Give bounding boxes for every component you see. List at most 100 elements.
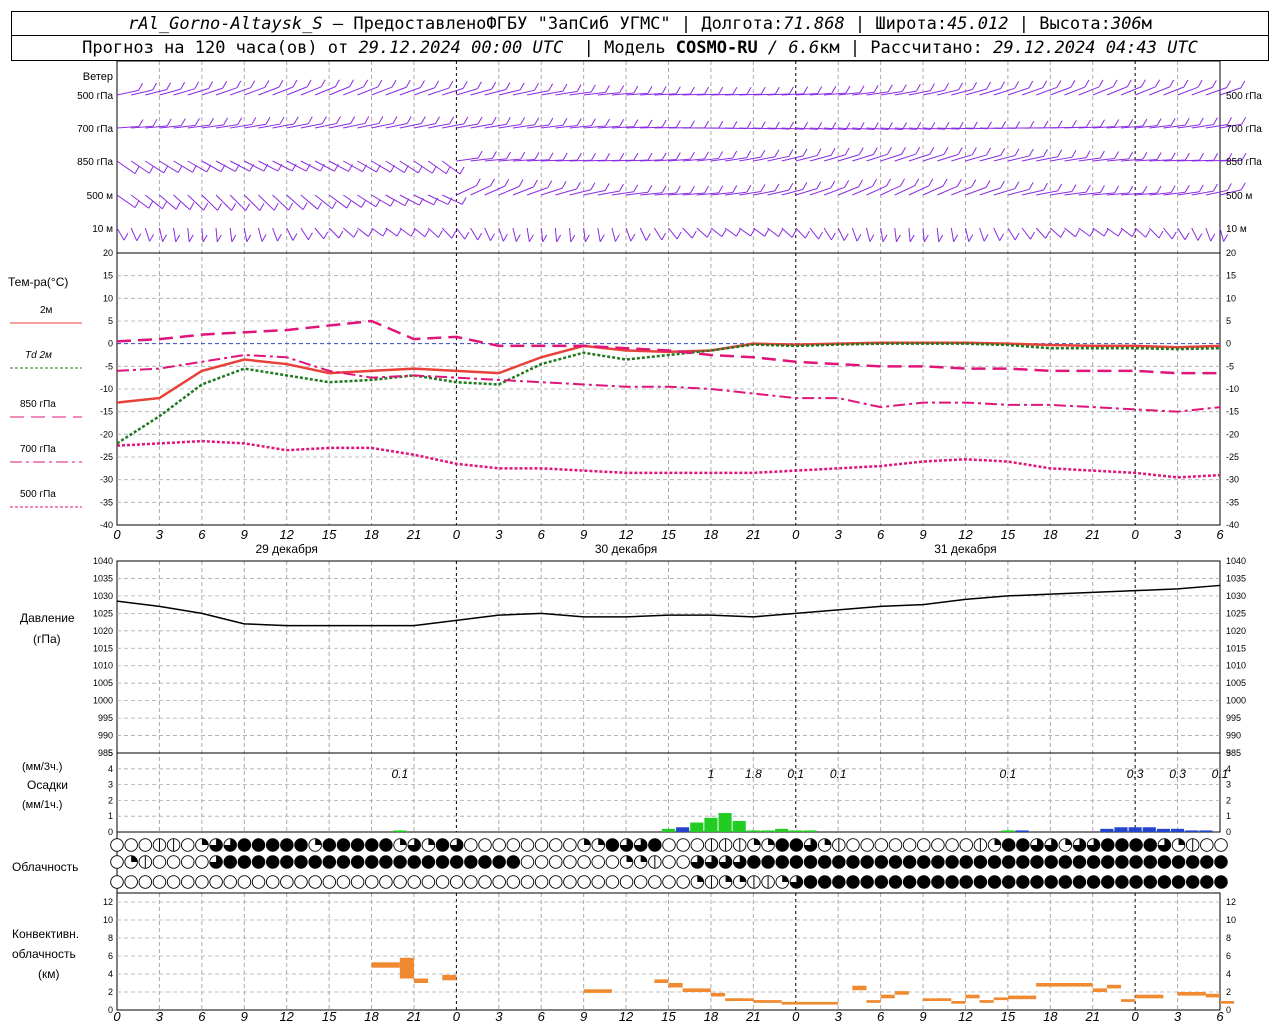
wind-barb-flag bbox=[858, 179, 864, 188]
wind-barb-flag bbox=[1240, 182, 1246, 190]
wind-barb bbox=[894, 227, 897, 242]
wind-barb-flag bbox=[957, 147, 963, 155]
wind-barb bbox=[427, 227, 439, 238]
wind-barb-flag bbox=[1199, 152, 1204, 161]
wind-barb bbox=[201, 194, 218, 211]
cloud-cover-symbol bbox=[421, 855, 436, 869]
convective-cloud-bar bbox=[399, 957, 414, 979]
wind-barb bbox=[597, 227, 601, 242]
precip-tick-right: 0 bbox=[1226, 827, 1231, 837]
wind-level-label-right: 500 м bbox=[1226, 191, 1252, 202]
wind-barb-flag bbox=[1114, 185, 1120, 194]
cloud-cover-symbol bbox=[520, 875, 535, 889]
wind-barb bbox=[159, 194, 177, 210]
wind-barb-flag bbox=[148, 200, 154, 209]
convective-cloud-bar bbox=[1205, 993, 1220, 998]
wind-barb-flag bbox=[968, 234, 974, 242]
wind-barb-flag bbox=[534, 152, 540, 160]
wind-barb-flag bbox=[605, 152, 611, 161]
wind-barb bbox=[455, 227, 466, 240]
wind-barb bbox=[130, 227, 138, 242]
hour-tick-label: 6 bbox=[877, 527, 885, 542]
hour-tick-label-bottom: 6 bbox=[877, 1009, 885, 1024]
wind-barb bbox=[512, 227, 517, 242]
hour-tick-label-bottom: 12 bbox=[279, 1009, 294, 1024]
convective-cloud-bar bbox=[413, 978, 429, 983]
cloud-cover-symbol bbox=[1072, 855, 1087, 869]
cloud-cover-symbol bbox=[1200, 875, 1214, 889]
cloud-cover-symbol bbox=[152, 875, 167, 889]
cloud-cover-symbol bbox=[421, 875, 436, 889]
wind-barb-flag bbox=[676, 231, 682, 240]
cloud-cover-symbol bbox=[563, 875, 577, 889]
wind-barb-flag bbox=[152, 82, 158, 91]
cloud-cover-symbol bbox=[1171, 875, 1186, 889]
wind-barb-flag bbox=[1156, 118, 1162, 126]
wind-barb-flag bbox=[986, 81, 992, 90]
wind-level-label-left: 500 гПа bbox=[77, 91, 113, 102]
wind-barb-flag bbox=[802, 148, 808, 157]
cloud-cover-symbol bbox=[817, 855, 832, 869]
wind-barb-flag bbox=[1112, 79, 1118, 88]
wind-barb-flag bbox=[735, 228, 741, 237]
wind-barb-flag bbox=[972, 82, 978, 90]
temp-tick-right: 20 bbox=[1226, 248, 1236, 258]
wind-barb-flag bbox=[331, 201, 337, 209]
cloud-cover-symbol bbox=[959, 855, 973, 869]
wind-barb-flag bbox=[445, 166, 451, 174]
pressure-tick-right: 1025 bbox=[1226, 608, 1246, 618]
wind-barb-flag bbox=[599, 234, 605, 243]
wind-barb-flag bbox=[520, 151, 526, 160]
cloud-cover-symbol bbox=[917, 875, 931, 889]
cloud-title: Облачность bbox=[12, 860, 78, 874]
cloud-cover-symbol bbox=[1143, 838, 1157, 852]
wind-barb-flag bbox=[1056, 80, 1062, 88]
pressure-unit: (гПа) bbox=[33, 632, 61, 646]
wind-barb-flag bbox=[417, 165, 423, 174]
wind-barb bbox=[229, 227, 233, 242]
cloud-cover-symbol bbox=[265, 838, 280, 852]
convective-cloud-bar bbox=[1220, 1001, 1235, 1004]
wind-level-label-left: 850 гПа bbox=[77, 157, 113, 168]
wind-barb-flag bbox=[1085, 119, 1091, 128]
wind-barb-flag bbox=[528, 234, 534, 243]
wind-barb-flag bbox=[774, 86, 780, 95]
legend-label: Td 2м bbox=[25, 350, 52, 361]
wind-barb-flag bbox=[914, 178, 920, 186]
wind-barb-flag bbox=[789, 86, 794, 95]
wind-barb-flag bbox=[1169, 79, 1175, 88]
wind-barb-flag bbox=[675, 120, 681, 128]
temp-tick-right: 10 bbox=[1226, 293, 1236, 303]
precip-3h-total: 0.3 bbox=[1127, 767, 1144, 781]
wind-barb-flag bbox=[208, 81, 214, 89]
precip-3h-total: 0.3 bbox=[1169, 767, 1186, 781]
wind-barb-flag bbox=[542, 234, 548, 243]
pressure-tick-left: 1030 bbox=[93, 591, 113, 601]
wind-barb bbox=[130, 160, 150, 174]
cloud-cover-mark bbox=[994, 838, 1001, 845]
wind-barb-flag bbox=[520, 117, 525, 125]
hour-tick-label: 9 bbox=[241, 527, 248, 542]
precip-3h-total: 0.1 bbox=[1000, 767, 1017, 781]
wind-barb-flag bbox=[449, 116, 455, 124]
wind-barb bbox=[173, 227, 177, 242]
cloud-cover-symbol bbox=[1101, 838, 1115, 852]
wind-barb-flag bbox=[661, 152, 667, 160]
hour-tick-label-bottom: 3 bbox=[1174, 1009, 1182, 1024]
wind-title: Ветер bbox=[83, 71, 113, 83]
wind-barb-flag bbox=[391, 79, 397, 88]
wind-barb-flag bbox=[231, 234, 237, 243]
hour-tick-label-bottom: 18 bbox=[1043, 1009, 1058, 1024]
wind-barb bbox=[554, 227, 558, 242]
wind-barb bbox=[851, 227, 858, 242]
wind-barb-flag bbox=[375, 199, 381, 208]
wind-barb-flag bbox=[1057, 183, 1063, 192]
wind-barb bbox=[371, 194, 391, 207]
wind-barb-flag bbox=[278, 79, 284, 88]
wind-barb-flag bbox=[194, 81, 200, 90]
cloud-cover-symbol bbox=[393, 855, 407, 869]
precip-tick-left: 4 bbox=[108, 764, 113, 774]
wind-barb-flag bbox=[459, 166, 465, 175]
wind-barb-flag bbox=[661, 86, 667, 94]
cloud-cover-symbol bbox=[803, 855, 818, 869]
